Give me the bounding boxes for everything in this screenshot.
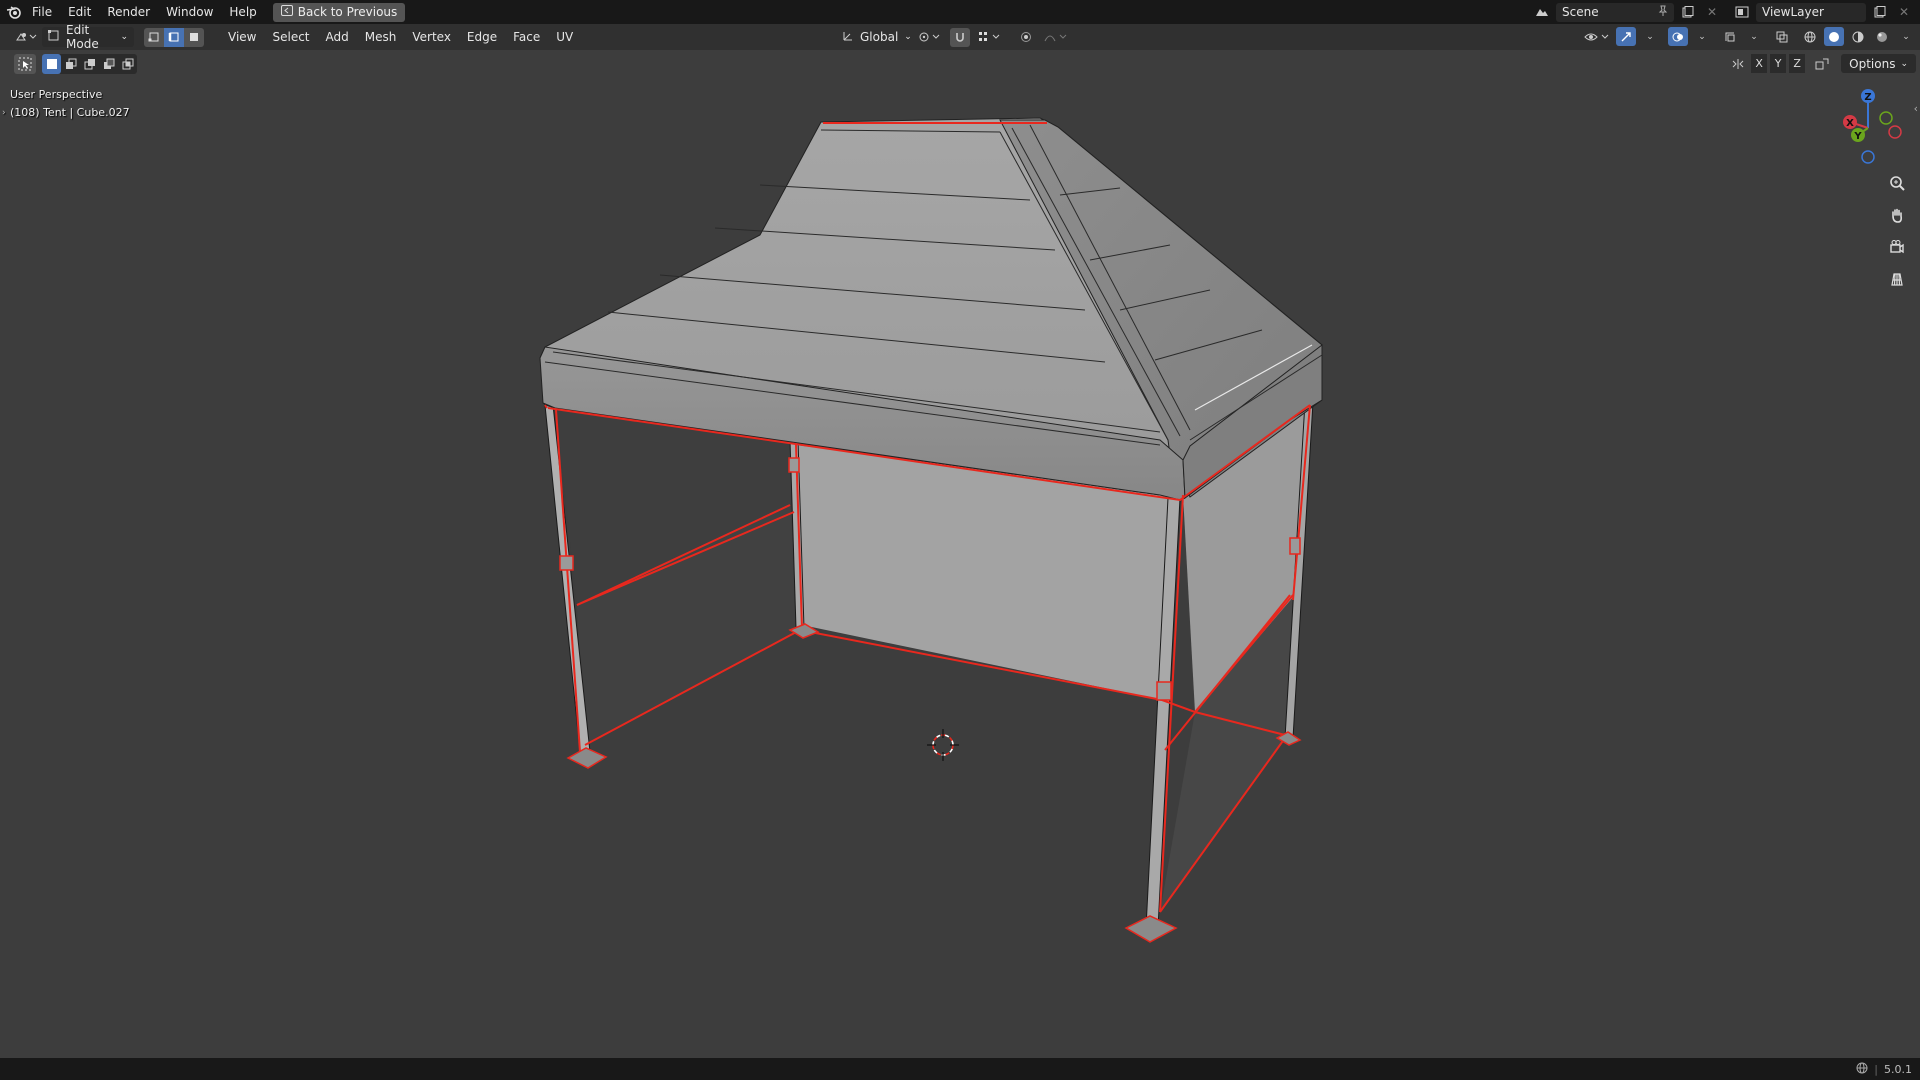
orientation-icon: [842, 30, 854, 45]
overlays-toggle-icon[interactable]: [1668, 27, 1688, 46]
solid-shading-icon[interactable]: [1824, 27, 1844, 46]
gizmo-dropdown-icon[interactable]: ⌄: [1640, 27, 1660, 46]
pin-icon[interactable]: [1658, 5, 1668, 20]
orientation-label: Global: [860, 30, 899, 44]
menu-select[interactable]: Select: [264, 25, 317, 49]
transform-orientation-dropdown[interactable]: Global ⌄: [836, 27, 912, 47]
snap-target-icon[interactable]: [976, 28, 1004, 47]
view-layer-icon[interactable]: [1732, 3, 1752, 22]
close-scene-icon[interactable]: ✕: [1702, 3, 1722, 22]
mesh-edit-overlay-icon[interactable]: [1720, 27, 1740, 46]
top-bar: File Edit Render Window Help Back to Pre…: [0, 0, 1920, 24]
snap-toggle-icon[interactable]: [950, 27, 970, 47]
viewport-header: Edit Mode ⌄ View Select Add Mesh Vertex …: [0, 23, 1920, 51]
close-view-layer-icon[interactable]: ✕: [1894, 3, 1914, 22]
blender-logo-icon[interactable]: [4, 3, 24, 22]
network-icon: [1856, 1062, 1868, 1077]
gizmo-toggle-icon[interactable]: [1616, 27, 1636, 46]
menu-uv[interactable]: UV: [548, 25, 581, 49]
topbar-right: Scene ✕ ViewLayer ✕: [1532, 0, 1920, 24]
view-layer-field[interactable]: ViewLayer: [1756, 2, 1866, 22]
chevron-down-icon: ⌄: [120, 32, 128, 42]
chevron-down-icon: ⌄: [904, 32, 912, 42]
mode-label: Edit Mode: [66, 23, 99, 51]
menu-add[interactable]: Add: [318, 25, 357, 49]
scene-name: Scene: [1562, 5, 1599, 19]
view-layer-name: ViewLayer: [1762, 5, 1824, 19]
scene-name-field[interactable]: Scene: [1556, 2, 1674, 22]
edit-mode-icon: [48, 29, 60, 45]
separator: |: [1874, 1062, 1878, 1076]
pivot-point-icon[interactable]: [914, 28, 944, 47]
main-menu: File Edit Render Window Help Back to Pre…: [0, 0, 406, 24]
back-button-label: Back to Previous: [297, 5, 398, 19]
rendered-shading-icon[interactable]: [1872, 27, 1892, 46]
menu-view[interactable]: View: [220, 25, 264, 49]
menu-render[interactable]: Render: [99, 0, 158, 24]
edge-select-icon[interactable]: [164, 27, 184, 47]
scene-selector-icon[interactable]: [1532, 3, 1552, 22]
menu-edge[interactable]: Edge: [459, 25, 505, 49]
new-view-layer-icon[interactable]: [1870, 3, 1890, 22]
mesh-overlay-dropdown-icon[interactable]: ⌄: [1744, 27, 1764, 46]
overlays-dropdown-icon[interactable]: ⌄: [1692, 27, 1712, 46]
material-shading-icon[interactable]: [1848, 27, 1868, 46]
proportional-editing-icon[interactable]: [1016, 28, 1036, 47]
vertex-select-icon[interactable]: [144, 27, 164, 47]
face-select-icon[interactable]: [184, 27, 204, 47]
shading-dropdown-icon[interactable]: ⌄: [1896, 27, 1916, 46]
back-icon: [280, 5, 293, 19]
falloff-curve-icon[interactable]: [1042, 28, 1070, 47]
visibility-icon[interactable]: [1582, 27, 1612, 46]
menu-window[interactable]: Window: [158, 0, 221, 24]
menu-face[interactable]: Face: [505, 25, 548, 49]
new-scene-icon[interactable]: [1678, 3, 1698, 22]
viewport-scene[interactable]: [0, 50, 1920, 1058]
menu-mesh[interactable]: Mesh: [357, 25, 405, 49]
select-mode-group: [144, 27, 204, 47]
transform-controls: Global ⌄: [836, 27, 1070, 47]
mode-dropdown[interactable]: Edit Mode ⌄: [42, 23, 134, 51]
editor-type-icon[interactable]: [12, 28, 40, 47]
menu-help[interactable]: Help: [221, 0, 264, 24]
viewport-menus: View Select Add Mesh Vertex Edge Face UV: [220, 25, 581, 49]
status-bar: | 5.0.1: [0, 1058, 1920, 1080]
menu-vertex[interactable]: Vertex: [404, 25, 459, 49]
menu-edit[interactable]: Edit: [60, 0, 99, 24]
back-to-previous-button[interactable]: Back to Previous: [272, 2, 406, 22]
menu-file[interactable]: File: [24, 0, 60, 24]
viewport-header-left: Edit Mode ⌄ View Select Add Mesh Vertex …: [0, 23, 581, 51]
viewport-header-right: ⌄ ⌄ ⌄ ⌄: [1582, 27, 1916, 46]
wireframe-shading-icon[interactable]: [1800, 27, 1820, 46]
3d-cursor-icon[interactable]: [927, 729, 959, 761]
xray-toggle-icon[interactable]: [1772, 27, 1792, 46]
version-label: 5.0.1: [1884, 1062, 1912, 1076]
